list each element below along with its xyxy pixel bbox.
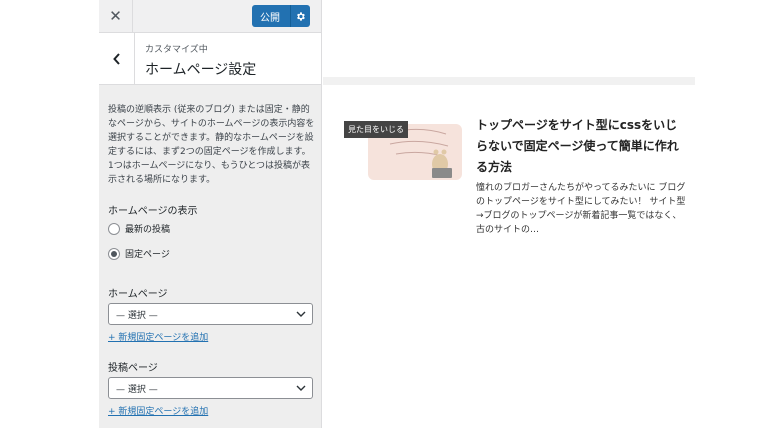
radio-latest-posts[interactable]: 最新の投稿: [108, 222, 170, 235]
publish-button[interactable]: 公開: [252, 5, 310, 27]
post-excerpt: 憧れのブロガーさんたちがやってるみたいに ブログのトップページをサイト型にしてみ…: [476, 183, 686, 235]
chevron-down-icon: [290, 385, 312, 391]
gear-icon[interactable]: [291, 11, 310, 22]
customizer-sidebar: ✕ 公開 カスタマイズ中 ホームページ設定 投稿の逆順表示 (従来のブログ) ま: [99, 0, 322, 428]
radio-static-page[interactable]: 固定ページ: [108, 247, 170, 260]
radio-label: 最新の投稿: [125, 225, 171, 235]
publish-label: 公開: [260, 12, 280, 24]
post-title[interactable]: トップページをサイト型にcssをいじらないで固定ページ使って簡単に作れる方法: [476, 115, 686, 178]
add-posts-page-link[interactable]: + 新規固定ページを追加: [108, 404, 208, 417]
preview-divider: [323, 77, 695, 85]
site-preview: 見た目をいじる トップページをサイト型にcssをいじらないで固定ページ使って簡単…: [323, 0, 695, 428]
homepage-select[interactable]: — 選択 —: [108, 303, 313, 325]
homepage-select-label: ホームページ: [108, 289, 168, 300]
homepage-display-label: ホームページの表示: [108, 206, 198, 217]
homepage-select-value: — 選択 —: [116, 310, 158, 321]
radio-selected-dot: [111, 250, 117, 257]
radio-label: 固定ページ: [125, 250, 170, 260]
section-title: ホームページ設定: [145, 62, 257, 78]
posts-select-value: — 選択 —: [116, 384, 158, 395]
radio-button[interactable]: [108, 247, 120, 260]
customizing-label: カスタマイズ中: [145, 45, 208, 55]
post-thumbnail[interactable]: 見た目をいじる: [344, 120, 462, 188]
chevron-left-icon[interactable]: [99, 33, 135, 84]
close-icon[interactable]: ✕: [99, 0, 133, 32]
posts-page-select[interactable]: — 選択 —: [108, 377, 313, 399]
add-homepage-link[interactable]: + 新規固定ページを追加: [108, 330, 208, 343]
radio-button[interactable]: [108, 222, 120, 235]
section-description: 投稿の逆順表示 (従来のブログ) または固定・静的なページから、サイトのホームペ…: [108, 105, 315, 185]
posts-select-label: 投稿ページ: [108, 363, 158, 374]
thumbnail-category-badge: 見た目をいじる: [344, 121, 408, 138]
customizer-header: ✕ 公開: [99, 0, 321, 33]
section-header: カスタマイズ中 ホームページ設定: [99, 33, 321, 85]
customizer-screen: ✕ 公開 カスタマイズ中 ホームページ設定 投稿の逆順表示 (従来のブログ) ま: [0, 0, 760, 428]
chevron-down-icon: [290, 311, 312, 317]
